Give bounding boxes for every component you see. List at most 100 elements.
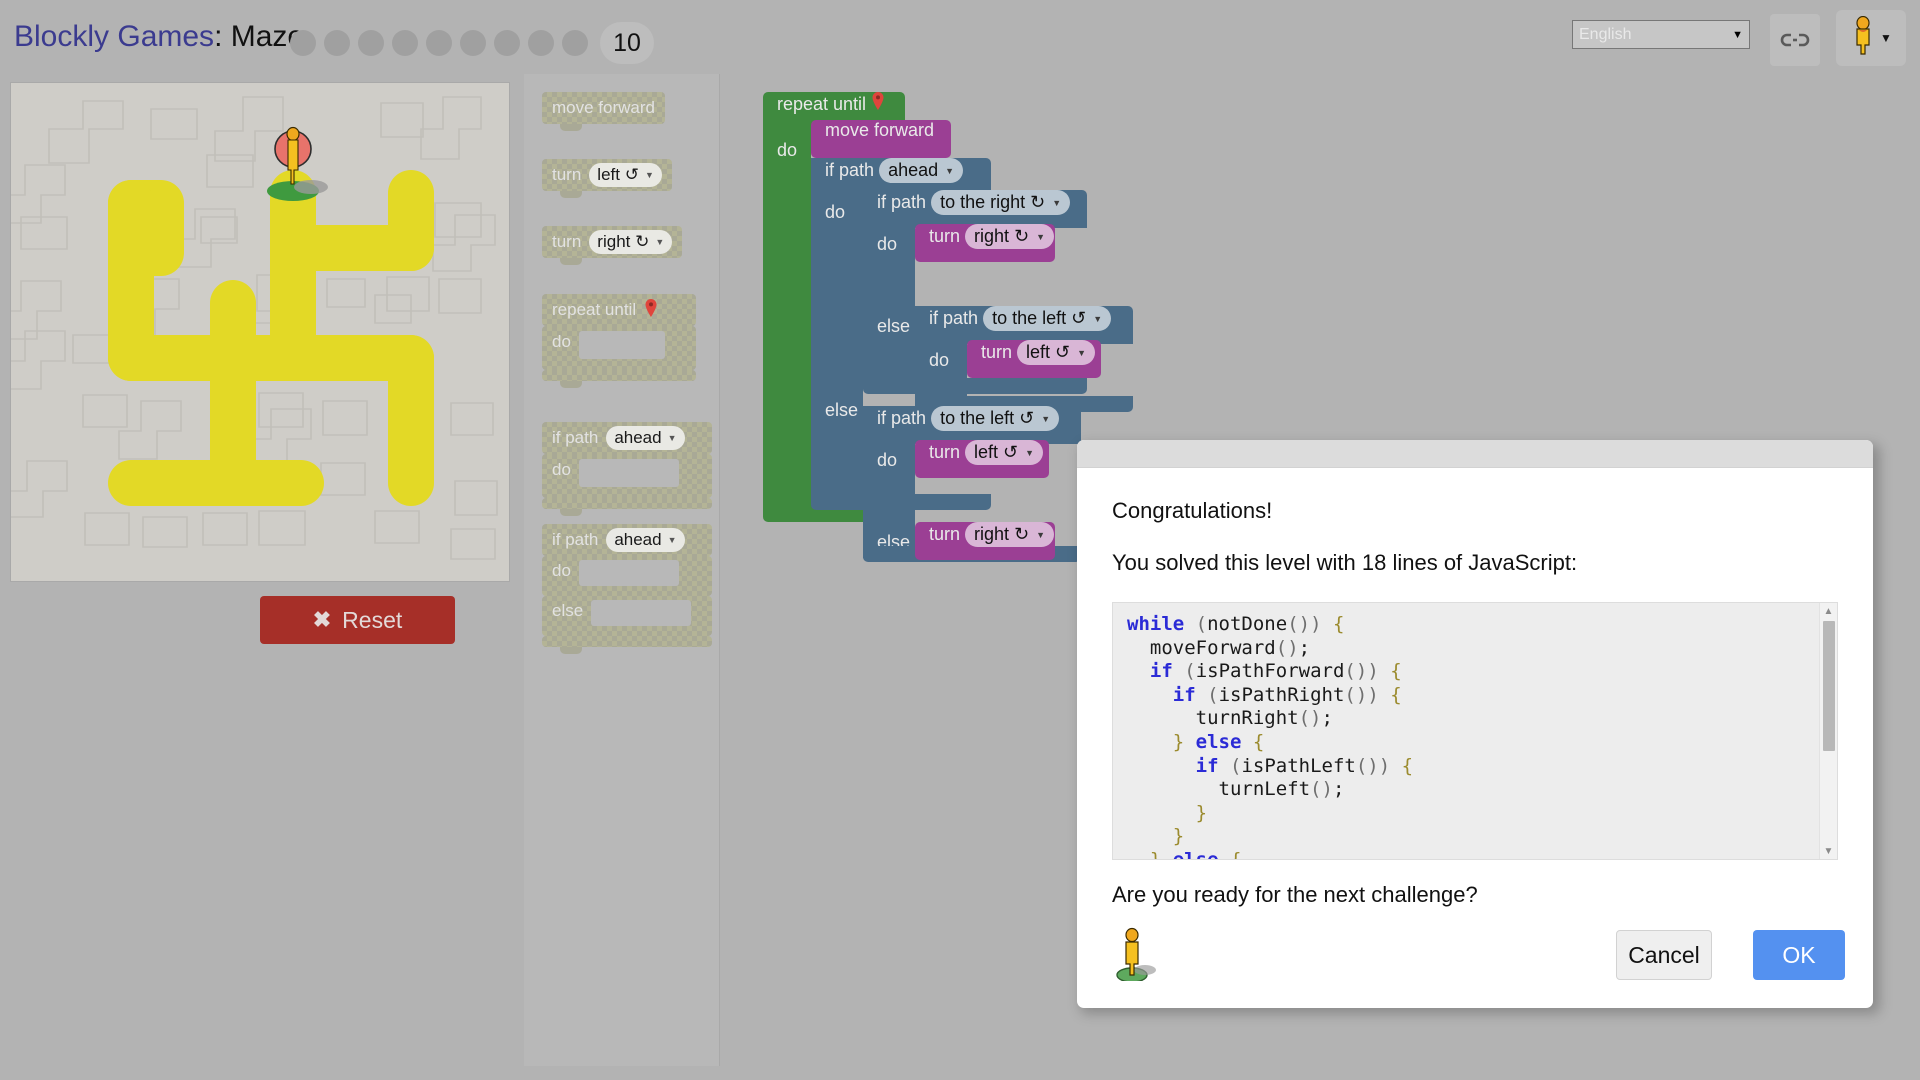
- flyout-block-if-else-header: if path ahead ▼: [542, 524, 712, 556]
- statement-slot[interactable]: [578, 560, 679, 586]
- level-dot-4[interactable]: [392, 30, 418, 56]
- dropdown-turn-left-inner-value: left ↺: [1026, 342, 1071, 362]
- dialog-body: Congratulations! You solved this level w…: [1077, 468, 1873, 908]
- flyout-block-repeat-until-label: repeat until: [552, 300, 637, 319]
- flyout-dropdown-direction[interactable]: left ↺ ▼: [589, 163, 662, 187]
- goal-marker-icon: [644, 298, 658, 322]
- flyout-block-if-path-ahead[interactable]: if path ahead ▼ do: [542, 422, 712, 516]
- statement-slot[interactable]: [591, 600, 692, 626]
- flyout-block-turn-right-label: turn: [552, 232, 582, 251]
- flyout-block-if-else-path-ahead[interactable]: if path ahead ▼ do else: [542, 524, 712, 654]
- level-dot-2[interactable]: [324, 30, 350, 56]
- language-select-value: English: [1579, 25, 1632, 43]
- pegman-icon: [1112, 925, 1156, 986]
- level-dot-6[interactable]: [460, 30, 486, 56]
- block-if-path-right[interactable]: if path to the right ↻ ▼: [863, 190, 1087, 228]
- dropdown-path-left-outer[interactable]: to the left ↺ ▼: [931, 406, 1060, 431]
- chevron-down-icon: ▼: [1093, 313, 1103, 324]
- dropdown-path-left-inner[interactable]: to the left ↺ ▼: [983, 306, 1112, 331]
- block-turn-left-outer[interactable]: turn left ↺ ▼: [915, 440, 1049, 478]
- level-dot-9[interactable]: [562, 30, 588, 56]
- generated-code: while (notDone()) { moveForward(); if (i…: [1127, 613, 1414, 860]
- flyout-dropdown-path[interactable]: ahead ▼: [606, 426, 685, 450]
- flyout-block-move-forward[interactable]: move forward: [542, 92, 665, 131]
- level-dot-1[interactable]: [290, 30, 316, 56]
- level-dot-8[interactable]: [528, 30, 554, 56]
- dialog-congratulations-text: Congratulations!: [1112, 498, 1273, 523]
- flyout-block-if-path-ahead-header: if path ahead ▼: [542, 422, 712, 454]
- flyout-block-if-else-do-label: do: [552, 561, 571, 580]
- dropdown-turn-right[interactable]: right ↻ ▼: [965, 224, 1055, 249]
- congratulations-dialog: Congratulations! You solved this level w…: [1077, 440, 1873, 1008]
- block-move-forward[interactable]: move forward: [811, 120, 951, 158]
- statement-slot[interactable]: [578, 331, 665, 359]
- block-if-path-right-foot: [863, 378, 1087, 394]
- flyout-block-turn-left[interactable]: turn left ↺ ▼: [542, 159, 672, 198]
- dropdown-turn-right-value: right ↻: [974, 226, 1030, 246]
- level-dot-3[interactable]: [358, 30, 384, 56]
- scroll-down-icon[interactable]: ▼: [1820, 843, 1837, 859]
- maze-canvas: [11, 83, 509, 581]
- generated-code-box[interactable]: while (notDone()) { moveForward(); if (i…: [1112, 602, 1838, 860]
- chevron-down-icon: ▼: [1880, 31, 1892, 45]
- flyout-block-turn-right-body: turn right ↻ ▼: [542, 226, 682, 258]
- language-select[interactable]: English ▼: [1572, 20, 1750, 49]
- flyout-block-if-else-label: if path: [552, 530, 599, 549]
- flyout-dropdown-path-value: ahead: [614, 428, 662, 447]
- maze-visualization: You have 0 blocks left.: [10, 82, 510, 582]
- home-link[interactable]: Blockly Games: [14, 20, 214, 53]
- level-current[interactable]: 10: [600, 22, 654, 64]
- dropdown-path-ahead[interactable]: ahead ▼: [879, 158, 964, 183]
- breadcrumb: Blockly Games: Maze: [14, 20, 304, 54]
- level-dot-5[interactable]: [426, 30, 452, 56]
- dropdown-turn-left-outer[interactable]: left ↺ ▼: [965, 440, 1044, 465]
- dropdown-path-ahead-value: ahead: [888, 160, 939, 180]
- chevron-down-icon: ▼: [1036, 231, 1046, 242]
- dropdown-path-left-inner-value: to the left ↺: [992, 308, 1087, 328]
- block-turn-left-inner[interactable]: turn left ↺ ▼: [967, 340, 1101, 378]
- dropdown-turn-right-outer[interactable]: right ↻ ▼: [965, 522, 1055, 547]
- block-if-path-left-outer[interactable]: if path to the left ↺ ▼: [863, 406, 1081, 444]
- cancel-button[interactable]: Cancel: [1616, 930, 1712, 980]
- dropdown-path-right[interactable]: to the right ↻ ▼: [931, 190, 1071, 215]
- block-turn-right[interactable]: turn right ↻ ▼: [915, 224, 1055, 262]
- dropdown-path-left-outer-value: to the left ↺: [940, 408, 1035, 428]
- link-icon: [1780, 32, 1810, 48]
- block-if-path-left-inner-label: if path: [929, 308, 979, 328]
- statement-slot[interactable]: [578, 459, 679, 487]
- block-if-path-left-outer-label: if path: [877, 408, 927, 428]
- flyout-block-repeat-until-do-label: do: [552, 332, 571, 351]
- block-move-forward-label: move forward: [825, 120, 935, 140]
- block-if-path-left-inner[interactable]: if path to the left ↺ ▼: [915, 306, 1133, 344]
- flyout-block-turn-right[interactable]: turn right ↻ ▼: [542, 226, 682, 265]
- flyout-block-if-else-else-label: else: [552, 601, 584, 620]
- block-if-path-right-label: if path: [877, 192, 927, 212]
- reset-button[interactable]: ✖ Reset: [260, 596, 455, 644]
- blockly-toolbox[interactable]: move forward turn left ↺ ▼ turn right ↻ …: [524, 74, 720, 1066]
- chevron-down-icon: ▼: [1077, 347, 1087, 358]
- dropdown-turn-left-inner[interactable]: left ↺ ▼: [1017, 340, 1096, 365]
- level-dot-7[interactable]: [494, 30, 520, 56]
- flyout-block-repeat-until-statement: do: [542, 326, 696, 370]
- flyout-dropdown-direction[interactable]: right ↻ ▼: [589, 230, 673, 254]
- chevron-down-icon: ▼: [1041, 413, 1051, 424]
- pegman-menu-button[interactable]: ▼: [1836, 10, 1906, 66]
- ok-button[interactable]: OK: [1753, 930, 1845, 980]
- block-turn-left-inner-label: turn: [981, 342, 1013, 362]
- chevron-down-icon: ▼: [667, 535, 677, 545]
- flyout-block-move-forward-label: move forward: [552, 98, 655, 117]
- dialog-titlebar[interactable]: [1077, 440, 1873, 468]
- block-notch: [560, 191, 582, 198]
- flyout-dropdown-path[interactable]: ahead ▼: [606, 528, 685, 552]
- block-turn-right-outer[interactable]: turn right ↻ ▼: [915, 522, 1055, 560]
- breadcrumb-separator: :: [214, 20, 223, 53]
- scrollbar-thumb[interactable]: [1823, 621, 1835, 751]
- block-repeat-until-label: repeat until: [777, 94, 867, 114]
- flyout-block-repeat-until[interactable]: repeat until do: [542, 294, 696, 388]
- flyout-block-turn-left-label: turn: [552, 165, 582, 184]
- code-scrollbar[interactable]: ▲ ▼: [1819, 603, 1837, 859]
- share-link-button[interactable]: [1770, 14, 1820, 66]
- flyout-block-if-path-ahead-label: if path: [552, 428, 599, 447]
- chevron-down-icon: ▼: [655, 237, 665, 247]
- scroll-up-icon[interactable]: ▲: [1820, 603, 1837, 619]
